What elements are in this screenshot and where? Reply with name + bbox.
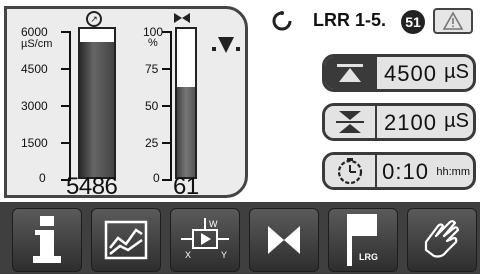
controller-icon: W X Y (181, 218, 229, 260)
valve-direction-icon (212, 37, 240, 53)
conductivity-tick: 3000 (21, 99, 48, 113)
timer-row[interactable]: 0:10 hh:mm (322, 152, 476, 190)
percent-tick: 0 (153, 171, 160, 185)
lrg-flag-icon: LRG (347, 214, 378, 266)
percent-tick: 50 (145, 99, 159, 113)
info-icon (33, 216, 61, 263)
svg-text:W: W (209, 219, 218, 229)
trend-chart-icon (104, 220, 148, 260)
conductivity-tick: 4500 (21, 62, 48, 76)
controller-button[interactable]: W X Y (170, 208, 240, 272)
arrow-circle-icon: ↗ (86, 11, 102, 27)
valve-button[interactable] (249, 208, 319, 272)
upper-limit-unit: µS (444, 61, 469, 83)
lrg-button[interactable]: LRG (328, 208, 398, 272)
svg-text:X: X (185, 250, 191, 260)
conductivity-bar (78, 27, 116, 179)
lower-limit-row[interactable]: 2100 µS (322, 103, 476, 141)
percent-unit: % (148, 37, 158, 49)
timer-value: 0:10 (382, 159, 429, 184)
svg-text:Y: Y (221, 250, 227, 260)
manual-button[interactable] (407, 208, 477, 272)
gauge-panel: 6000 µS/cm ↗ 4500 3000 1500 0 5486 100 %… (4, 6, 248, 200)
device-title: LRR 1-5. (313, 10, 387, 30)
percent-tick: 75 (145, 62, 159, 76)
trend-button[interactable] (91, 208, 161, 272)
timer-icon (325, 155, 375, 187)
upper-limit-value: 4500 (384, 61, 437, 86)
percent-value: 61 (173, 173, 199, 200)
timer-unit: hh:mm (436, 166, 470, 178)
warning-icon (442, 11, 464, 30)
upper-limit-row[interactable]: 4500 µS (322, 54, 476, 92)
conductivity-value: 5486 (66, 173, 118, 200)
address-badge: 51 (401, 10, 425, 34)
valve-icon (174, 13, 190, 23)
toolbar: W X Y LRG (0, 202, 480, 274)
percent-bar (175, 27, 197, 179)
warning-button[interactable] (433, 8, 473, 34)
valve-icon (268, 226, 300, 254)
upper-limit-icon (325, 57, 377, 89)
lower-limit-unit: µS (444, 110, 469, 132)
conductivity-scale-top: 6000 (21, 25, 48, 39)
conductivity-unit: µS/cm (21, 38, 53, 50)
percent-tick: 25 (145, 136, 159, 150)
info-button[interactable] (12, 208, 82, 272)
lower-limit-icon (325, 106, 375, 138)
lower-limit-value: 2100 (384, 110, 437, 135)
conductivity-tick: 1500 (21, 136, 48, 150)
conductivity-bar-fill (80, 41, 114, 177)
hand-icon (424, 220, 460, 258)
conductivity-tick: 0 (39, 171, 46, 185)
power-icon[interactable] (270, 9, 294, 33)
percent-bar-fill (177, 86, 195, 177)
lrg-label: LRG (359, 252, 378, 262)
